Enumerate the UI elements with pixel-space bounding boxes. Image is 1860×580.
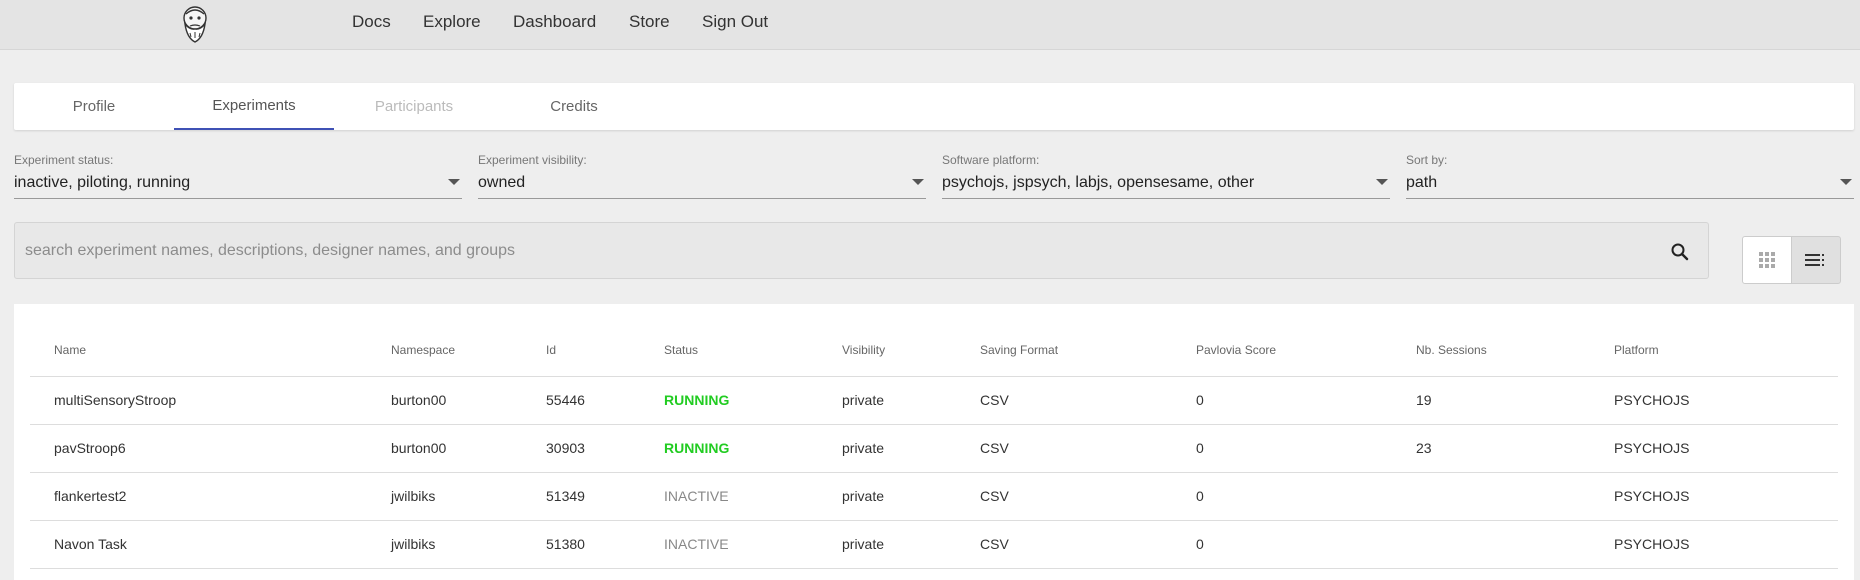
nav-link-explore[interactable]: Explore (423, 12, 481, 32)
column-header-name[interactable]: Name (30, 324, 367, 377)
column-header-nb-sessions[interactable]: Nb. Sessions (1392, 324, 1590, 377)
column-header-saving-format[interactable]: Saving Format (956, 324, 1172, 377)
sort-by-label: Sort by: (1406, 153, 1448, 167)
dropdown-arrow-icon (1376, 179, 1388, 185)
cell-nb-sessions: 23 (1392, 424, 1590, 473)
experiment-status-label: Experiment status: (14, 153, 114, 167)
cell-platform: PSYCHOJS (1590, 424, 1838, 473)
cell-pavlovia-score: 0 (1172, 520, 1392, 569)
cell-saving-format: CSV (956, 424, 1172, 473)
experiment-visibility-value: owned (478, 174, 526, 191)
dropdown-arrow-icon (448, 179, 460, 185)
dropdown-arrow-icon (1840, 179, 1852, 185)
table-row[interactable]: flankertest2 jwilbiks 51349 INACTIVE pri… (30, 472, 1838, 521)
column-header-visibility[interactable]: Visibility (818, 324, 956, 377)
cell-visibility: private (818, 376, 956, 425)
cell-platform: PSYCHOJS (1590, 376, 1838, 425)
software-platform-label: Software platform: (942, 153, 1040, 167)
experiment-status-select[interactable]: Experiment status: inactive, piloting, r… (14, 153, 462, 199)
cell-status: RUNNING (640, 376, 818, 425)
cell-visibility: private (818, 424, 956, 473)
cell-saving-format: CSV (956, 472, 1172, 521)
table-row[interactable]: Navon Task jwilbiks 51380 INACTIVE priva… (30, 520, 1838, 569)
cell-nb-sessions (1392, 472, 1590, 521)
search-bar (14, 222, 1709, 279)
column-header-platform[interactable]: Platform (1590, 324, 1838, 377)
list-icon (1805, 254, 1824, 266)
cell-namespace: jwilbiks (367, 520, 522, 569)
cell-pavlovia-score: 0 (1172, 424, 1392, 473)
nav-link-store[interactable]: Store (629, 12, 670, 32)
column-header-id[interactable]: Id (522, 324, 640, 377)
cell-id: 51349 (522, 472, 640, 521)
column-header-namespace[interactable]: Namespace (367, 324, 522, 377)
software-platform-select[interactable]: Software platform: psychojs, jspsych, la… (942, 153, 1390, 199)
software-platform-value: psychojs, jspsych, labjs, opensesame, ot… (942, 174, 1255, 191)
cell-id: 55446 (522, 376, 640, 425)
experiment-status-value: inactive, piloting, running (14, 174, 191, 191)
pavlovia-logo-icon[interactable] (178, 4, 212, 44)
tab-profile[interactable]: Profile (14, 83, 174, 130)
cell-id: 30903 (522, 424, 640, 473)
cell-saving-format: CSV (956, 376, 1172, 425)
experiments-table: Name Namespace Id Status Visibility Savi… (30, 324, 1838, 569)
dashboard-tabs: Profile Experiments Participants Credits (14, 83, 1854, 130)
top-nav-bar: Docs Explore Dashboard Store Sign Out (0, 0, 1860, 50)
cell-status: INACTIVE (640, 520, 818, 569)
grid-icon (1759, 252, 1775, 268)
cell-nb-sessions: 19 (1392, 376, 1590, 425)
cell-platform: PSYCHOJS (1590, 472, 1838, 521)
dropdown-arrow-icon (912, 179, 924, 185)
cell-name: pavStroop6 (30, 424, 367, 473)
cell-namespace: burton00 (367, 376, 522, 425)
cell-namespace: burton00 (367, 424, 522, 473)
experiment-visibility-label: Experiment visibility: (478, 153, 587, 167)
column-header-status[interactable]: Status (640, 324, 818, 377)
cell-id: 51380 (522, 520, 640, 569)
cell-nb-sessions (1392, 520, 1590, 569)
column-header-pavlovia-score[interactable]: Pavlovia Score (1172, 324, 1392, 377)
experiments-table-card: Name Namespace Id Status Visibility Savi… (14, 304, 1854, 580)
cell-status: RUNNING (640, 424, 818, 473)
grid-view-button[interactable] (1742, 236, 1792, 284)
cell-saving-format: CSV (956, 520, 1172, 569)
sort-by-select[interactable]: Sort by: path (1406, 153, 1854, 199)
tab-credits[interactable]: Credits (494, 83, 654, 130)
cell-pavlovia-score: 0 (1172, 376, 1392, 425)
cell-name: Navon Task (30, 520, 367, 569)
cell-visibility: private (818, 472, 956, 521)
experiment-visibility-select[interactable]: Experiment visibility: owned (478, 153, 926, 199)
cell-status: INACTIVE (640, 472, 818, 521)
cell-pavlovia-score: 0 (1172, 472, 1392, 521)
cell-namespace: jwilbiks (367, 472, 522, 521)
search-icon[interactable] (1670, 242, 1690, 262)
cell-platform: PSYCHOJS (1590, 520, 1838, 569)
tab-experiments[interactable]: Experiments (174, 83, 334, 130)
table-row[interactable]: multiSensoryStroop burton00 55446 RUNNIN… (30, 376, 1838, 425)
tab-participants[interactable]: Participants (334, 83, 494, 130)
list-view-button[interactable] (1791, 236, 1841, 284)
nav-link-dashboard[interactable]: Dashboard (513, 12, 596, 32)
table-row[interactable]: pavStroop6 burton00 30903 RUNNING privat… (30, 424, 1838, 473)
cell-visibility: private (818, 520, 956, 569)
nav-link-docs[interactable]: Docs (352, 12, 391, 32)
cell-name: multiSensoryStroop (30, 376, 367, 425)
nav-link-sign-out[interactable]: Sign Out (702, 12, 768, 32)
table-header-row: Name Namespace Id Status Visibility Savi… (30, 324, 1838, 377)
search-input[interactable] (25, 237, 1625, 265)
sort-by-value: path (1406, 174, 1438, 191)
cell-name: flankertest2 (30, 472, 367, 521)
